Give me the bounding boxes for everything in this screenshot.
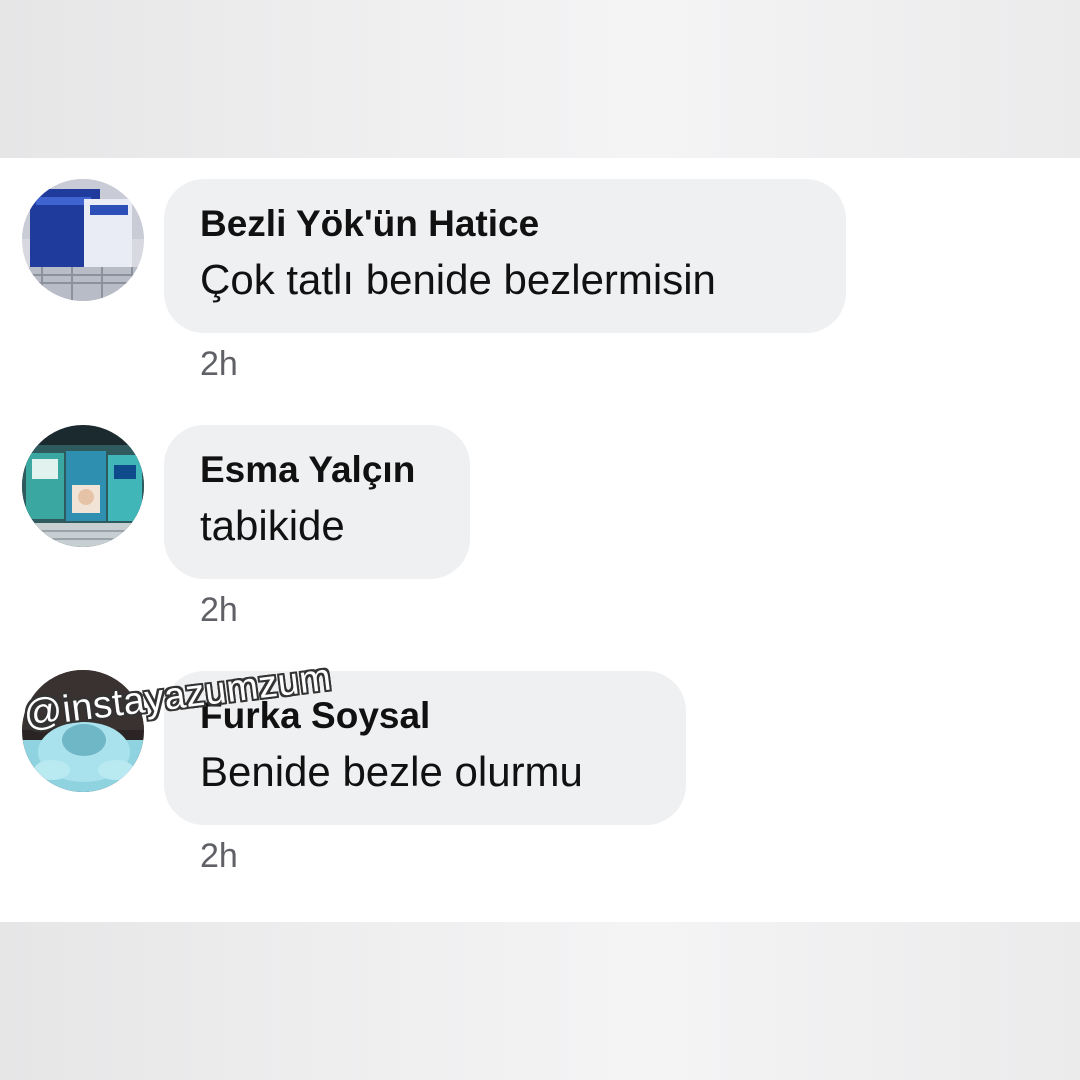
comment-timestamp[interactable]: 2h: [200, 344, 238, 384]
comment-text: Benide bezle olurmu: [200, 748, 583, 795]
diaper-pack-photo-icon: [22, 179, 144, 301]
comment-text: Çok tatlı benide bezlermisin: [200, 256, 716, 303]
comment-bubble[interactable]: Bezli Yök'ün Hatice Çok tatlı benide bez…: [164, 179, 846, 333]
blurred-top-area: [0, 0, 1080, 158]
avatar[interactable]: [22, 425, 144, 547]
blurred-bottom-area: [0, 922, 1080, 1080]
avatar[interactable]: [22, 179, 144, 301]
comment-author[interactable]: Esma Yalçın: [200, 447, 434, 493]
comment-author[interactable]: Bezli Yök'ün Hatice: [200, 201, 810, 247]
comment-text: tabikide: [200, 502, 345, 549]
comment-timestamp[interactable]: 2h: [200, 836, 238, 876]
diaper-shelf-photo-icon: [22, 425, 144, 547]
comment-timestamp[interactable]: 2h: [200, 590, 238, 630]
comment-bubble[interactable]: Esma Yalçın tabikide: [164, 425, 470, 579]
